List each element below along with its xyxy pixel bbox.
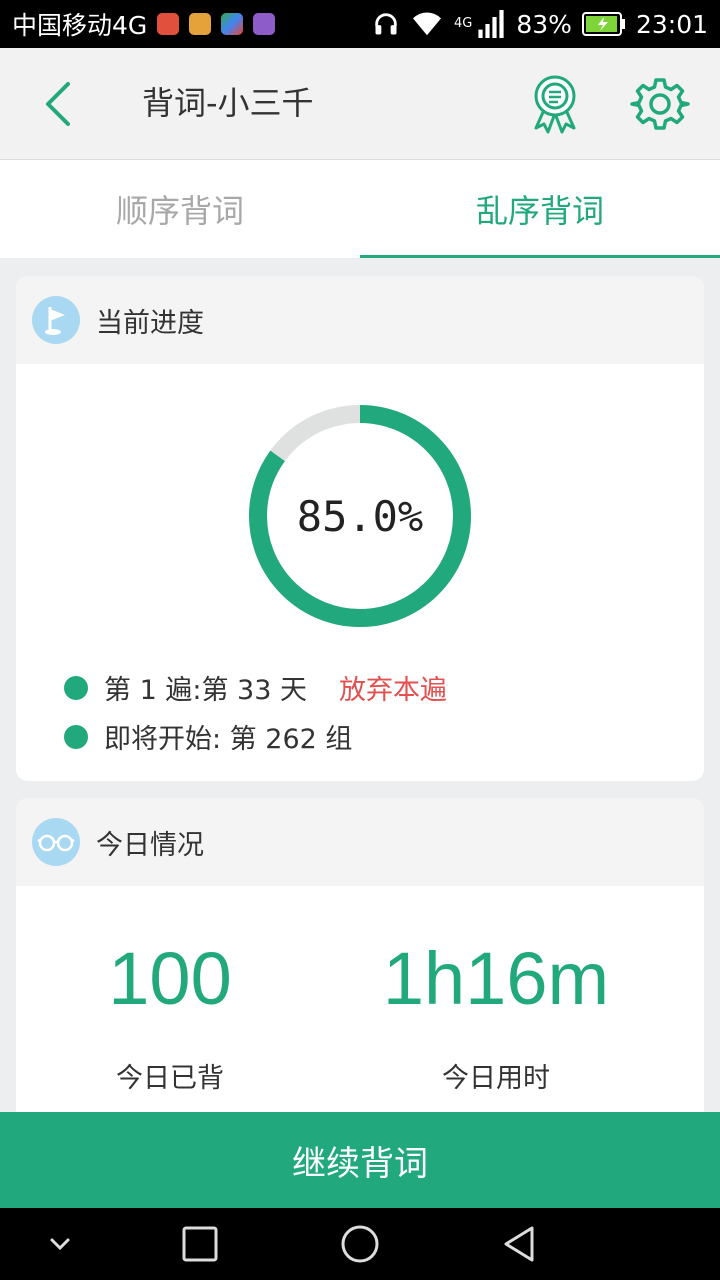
carrier-label: 中国移动4G — [12, 11, 148, 40]
signal-icon — [478, 10, 504, 38]
flag-icon — [32, 296, 80, 344]
app-bar: 背词-小三千 — [0, 48, 720, 160]
continue-button[interactable]: 继续背词 — [0, 1112, 720, 1208]
wifi-icon — [413, 12, 442, 36]
award-ribbon-icon[interactable] — [524, 72, 586, 134]
progress-percent: 85.0% — [296, 491, 424, 541]
status-dot — [64, 724, 88, 749]
today-time-label: 今日用时 — [442, 1063, 550, 1094]
status-bar: 中国移动4G 4G 83% 23:01 — [0, 0, 720, 48]
round-text: 第 1 遍:第 33 天 — [104, 675, 307, 706]
today-header-title: 今日情况 — [96, 829, 204, 861]
network-type: 4G — [454, 15, 473, 31]
gear-icon[interactable] — [630, 74, 690, 134]
headphones-icon — [375, 13, 397, 35]
today-card-header: 今日情况 — [16, 798, 704, 886]
progress-header-title: 当前进度 — [96, 307, 204, 339]
back-nav-icon[interactable] — [498, 1222, 542, 1266]
battery-icon — [581, 12, 625, 36]
tab-sequential[interactable]: 顺序背词 — [0, 160, 360, 258]
mode-tabs: 顺序背词 乱序背词 — [0, 160, 720, 258]
play-store-icon — [221, 13, 244, 35]
progress-card-header: 当前进度 — [16, 276, 704, 364]
battery-percent: 83% — [516, 9, 572, 39]
page-title: 背词-小三千 — [142, 84, 314, 122]
progress-ring: 85.0% — [248, 404, 472, 628]
recent-apps-icon[interactable] — [178, 1222, 222, 1266]
round-info-row: 第 1 遍:第 33 天 放弃本遍 — [64, 668, 447, 707]
today-count-stat: 100 今日已背 — [70, 942, 270, 1095]
today-time-stat: 1h16m 今日用时 — [356, 942, 636, 1095]
progress-card: 当前进度 85.0% 第 1 遍:第 33 天 放弃本遍 即将开始: 第 262… — [16, 276, 704, 781]
system-nav-bar — [0, 1208, 720, 1280]
clock: 23:01 — [635, 9, 708, 39]
mail-icon — [157, 13, 180, 35]
abandon-round-link[interactable]: 放弃本遍 — [339, 668, 447, 707]
today-time-value: 1h16m — [382, 937, 610, 1020]
today-count-label: 今日已背 — [116, 1063, 224, 1094]
next-group-text: 即将开始: 第 262 组 — [104, 724, 353, 755]
home-icon[interactable] — [338, 1222, 382, 1266]
glasses-icon — [32, 818, 80, 866]
chevron-left-icon[interactable] — [30, 74, 90, 134]
today-count-value: 100 — [108, 937, 232, 1020]
lock-app-icon — [189, 13, 212, 35]
status-dot — [64, 675, 88, 700]
next-group-row: 即将开始: 第 262 组 — [64, 717, 352, 756]
chevron-down-icon[interactable] — [38, 1222, 82, 1266]
tab-random[interactable]: 乱序背词 — [360, 160, 720, 258]
image-icon — [253, 13, 276, 35]
today-card: 今日情况 100 今日已背 1h16m 今日用时 — [16, 798, 704, 1158]
